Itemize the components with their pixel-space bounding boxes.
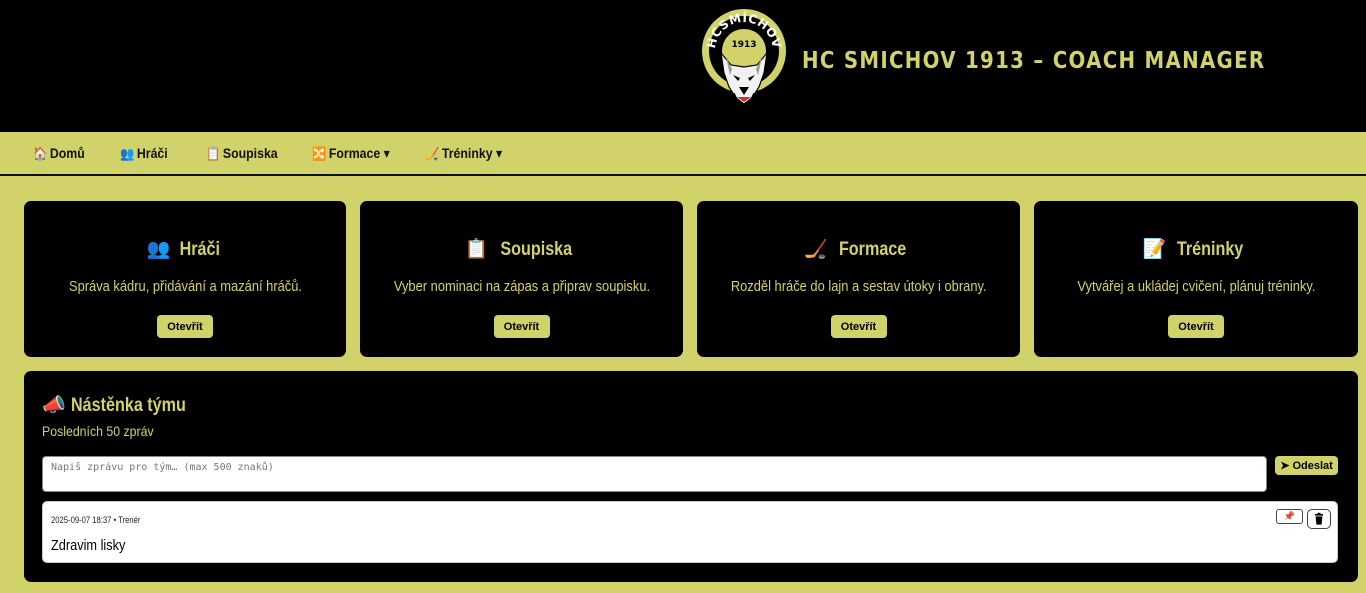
send-button[interactable]: ➤ Odeslat [1275, 456, 1338, 475]
card-title-text: Formace [839, 239, 907, 260]
card-title: 🏒 Formace [697, 237, 1020, 261]
board-title-text: Nástěnka týmu [70, 395, 186, 416]
message-input[interactable] [42, 456, 1267, 492]
clipboard-icon: 📋 [464, 239, 489, 260]
nav-item-home[interactable]: 🏠 Domů [33, 145, 85, 162]
message-text: Zdravim lisky [51, 537, 126, 554]
shuffle-icon: 🔀 [312, 146, 327, 161]
card-title-text: Soupiska [500, 239, 572, 260]
main-nav: 🏠 Domů 👥 Hráči 📋 Soupiska 🔀 Formace ▾ 🏒 Tréni… [0, 132, 1366, 176]
card-description: Správa kádru, přidávání a mazání hráčů. [68, 278, 302, 295]
players-icon: 👥 [146, 239, 171, 260]
nav-item-players[interactable]: 👥 Hráči [120, 145, 168, 162]
nav-item-label: Hráči [136, 145, 168, 161]
card-roster: 📋 Soupiska Vyber nominaci na zápas a při… [360, 201, 683, 357]
card-title-text: Hráči [179, 239, 220, 260]
nav-item-label: Tréninky ▾ [441, 145, 503, 161]
nav-item-label: Soupiska [222, 145, 278, 161]
nav-item-trainings-dropdown[interactable]: 🏒 Tréninky ▾ [425, 145, 502, 162]
message-item: 2025-09-07 18:37 • Trenér Zdravim lisky … [42, 501, 1338, 563]
hockey-stick-icon: 🏒 [425, 146, 440, 161]
pin-button[interactable]: 📌 [1276, 509, 1303, 524]
card-title: 👥 Hráči [24, 237, 346, 261]
card-description: Rozděl hráče do lajn a sestav útoky i ob… [730, 278, 987, 295]
app-header: HCSMÍCHOV 1913 HC SMICHOV 1913 – COACH M… [0, 0, 1366, 132]
megaphone-icon: 📣 [42, 395, 66, 416]
card-description: Vytvářej a ukládej cvičení, plánuj tréni… [1076, 278, 1316, 295]
trash-icon [1315, 512, 1323, 525]
board-subtitle: Posledních 50 zpráv [42, 423, 154, 439]
clipboard-icon: 📋 [206, 146, 221, 161]
card-title: 📝 Tréninky [1034, 237, 1358, 261]
open-players-button[interactable]: Otevřít [157, 315, 213, 338]
card-description: Vyber nominaci na zápas a připrav soupis… [393, 278, 650, 295]
team-board: 📣 Nástěnka týmu Posledních 50 zpráv ➤ Od… [24, 371, 1358, 582]
club-logo[interactable]: HCSMÍCHOV 1913 [701, 7, 787, 120]
board-title: 📣 Nástěnka týmu [42, 393, 206, 417]
message-meta: 2025-09-07 18:37 • Trenér [51, 515, 141, 525]
pin-icon: 📌 [1283, 511, 1296, 521]
hockey-stick-icon: 🏒 [804, 239, 829, 260]
open-formations-button[interactable]: Otevřít [830, 315, 887, 338]
nav-item-roster[interactable]: 📋 Soupiska [206, 145, 278, 162]
players-icon: 👥 [120, 146, 135, 161]
nav-item-formations-dropdown[interactable]: 🔀 Formace ▾ [312, 145, 390, 162]
card-formations: 🏒 Formace Rozděl hráče do lajn a sestav … [697, 201, 1020, 357]
nav-item-label: Formace ▾ [328, 145, 390, 161]
open-roster-button[interactable]: Otevřít [493, 315, 550, 338]
memo-icon: 📝 [1142, 239, 1167, 260]
delete-button[interactable] [1307, 509, 1331, 529]
card-title: 📋 Soupiska [360, 237, 683, 261]
app-title: HC SMICHOV 1913 – COACH MANAGER [802, 48, 1266, 74]
home-icon: 🏠 [33, 146, 48, 161]
logo-year: 1913 [731, 40, 756, 50]
card-title-text: Tréninky [1177, 239, 1244, 260]
nav-item-label: Domů [49, 145, 85, 161]
card-players: 👥 Hráči Správa kádru, přidávání a mazání… [24, 201, 346, 357]
card-trainings: 📝 Tréninky Vytvářej a ukládej cvičení, p… [1034, 201, 1358, 357]
open-trainings-button[interactable]: Otevřít [1168, 315, 1224, 338]
